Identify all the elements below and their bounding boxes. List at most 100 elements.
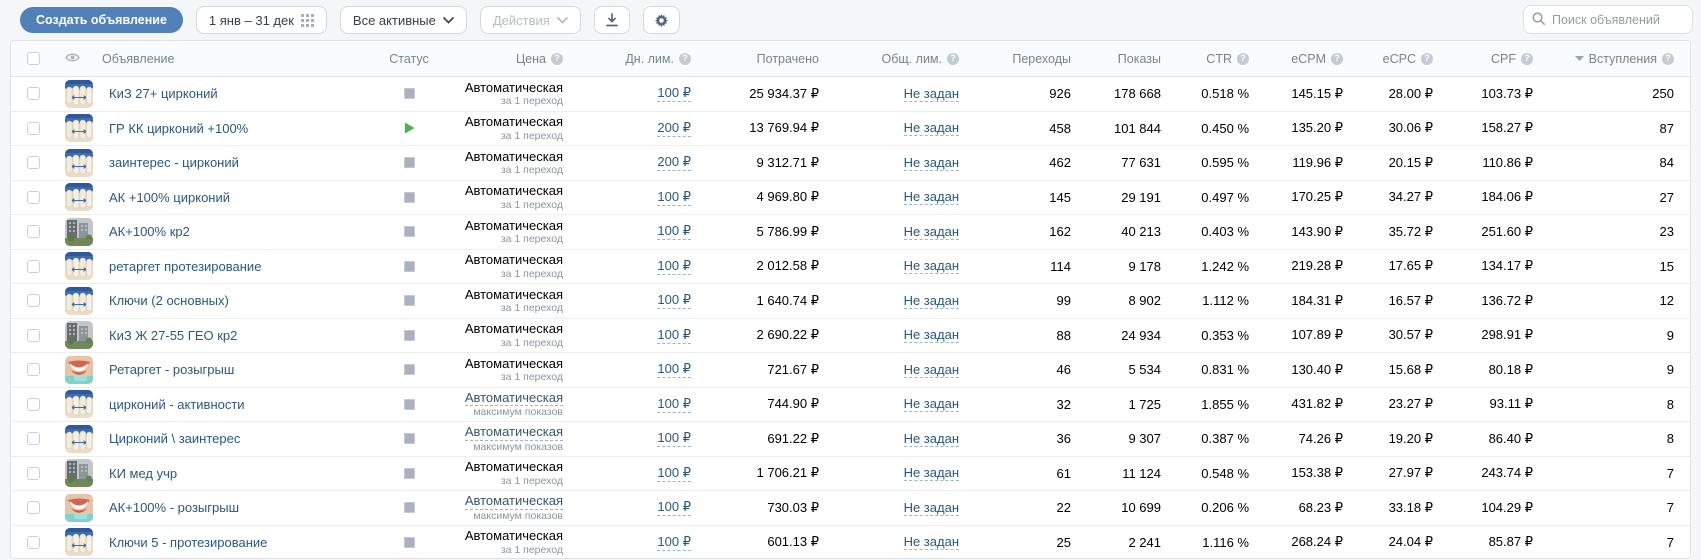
ad-name-link[interactable]: КИ мед учр: [109, 466, 177, 481]
row-checkbox[interactable]: [26, 432, 40, 446]
day-limit-link[interactable]: 100 ₽: [657, 292, 691, 310]
day-limit-link[interactable]: 200 ₽: [657, 120, 691, 137]
total-limit-link[interactable]: Не задан: [903, 396, 959, 413]
ad-thumbnail[interactable]: [65, 183, 93, 212]
row-checkbox[interactable]: [26, 328, 40, 342]
header-total-limit[interactable]: Общ. лим.: [833, 52, 973, 66]
ad-thumbnail[interactable]: [65, 114, 93, 143]
header-cpf[interactable]: CPF: [1447, 52, 1547, 66]
ad-name-link[interactable]: цирконий - активности: [109, 397, 245, 412]
ad-thumbnail[interactable]: [65, 493, 93, 522]
total-limit-link[interactable]: Не задан: [903, 86, 959, 102]
header-clicks[interactable]: Переходы: [973, 52, 1085, 66]
header-joins[interactable]: Вступления: [1547, 52, 1690, 66]
ad-name-link[interactable]: Ретаргет - розыгрыш: [109, 362, 234, 377]
ad-thumbnail[interactable]: [65, 459, 93, 488]
help-icon[interactable]: [947, 52, 959, 65]
row-checkbox[interactable]: [26, 466, 40, 480]
day-limit-link[interactable]: 100 ₽: [657, 258, 691, 275]
ad-thumbnail[interactable]: [65, 79, 93, 108]
total-limit-link[interactable]: Не задан: [903, 258, 959, 275]
create-ad-button[interactable]: Создать объявление: [20, 7, 183, 33]
total-limit-link[interactable]: Не задан: [903, 327, 959, 344]
row-checkbox[interactable]: [26, 190, 40, 204]
row-checkbox[interactable]: [26, 259, 40, 273]
row-checkbox[interactable]: [26, 156, 40, 170]
ad-name-link[interactable]: Ключи (2 основных): [109, 293, 229, 308]
day-limit-link[interactable]: 100 ₽: [657, 189, 691, 206]
settings-button[interactable]: [642, 6, 680, 34]
row-checkbox[interactable]: [26, 294, 40, 308]
date-range-button[interactable]: 1 янв – 31 дек: [195, 6, 327, 34]
help-icon[interactable]: [1421, 52, 1433, 65]
day-limit-link[interactable]: 100 ₽: [657, 465, 691, 482]
help-icon[interactable]: [1662, 52, 1674, 65]
row-checkbox[interactable]: [26, 397, 40, 411]
ad-name-link[interactable]: КиЗ Ж 27-55 ГЕО кр2: [109, 328, 237, 343]
day-limit-link[interactable]: 100 ₽: [657, 327, 691, 344]
help-icon[interactable]: [1331, 52, 1343, 65]
price-type[interactable]: Автоматическая: [464, 424, 563, 441]
ad-name-link[interactable]: КиЗ 27+ цирконий: [109, 86, 218, 101]
search-input[interactable]: [1552, 12, 1684, 27]
ad-name-link[interactable]: ретаргет протезирование: [109, 259, 261, 274]
row-checkbox[interactable]: [26, 225, 40, 239]
day-limit-link[interactable]: 100 ₽: [657, 361, 691, 379]
header-impressions[interactable]: Показы: [1085, 52, 1175, 66]
ad-name-link[interactable]: АК +100% цирконий: [109, 190, 230, 205]
ad-thumbnail[interactable]: [65, 252, 93, 281]
ad-thumbnail[interactable]: [65, 390, 93, 419]
ad-thumbnail[interactable]: [65, 355, 93, 384]
day-limit-link[interactable]: 100 ₽: [657, 223, 691, 241]
header-spent[interactable]: Потрачено: [705, 52, 833, 66]
total-limit-link[interactable]: Не задан: [903, 362, 959, 378]
day-limit-link[interactable]: 100 ₽: [657, 499, 691, 517]
row-checkbox[interactable]: [26, 87, 40, 101]
header-day-limit[interactable]: Дн. лим.: [577, 52, 705, 66]
day-limit-link[interactable]: 100 ₽: [657, 85, 691, 103]
header-price[interactable]: Цена: [459, 52, 577, 66]
day-limit-link[interactable]: 100 ₽: [657, 396, 691, 413]
total-limit-link[interactable]: Не задан: [903, 224, 959, 240]
ad-name-link[interactable]: Цирконий \ заинтерес: [109, 431, 240, 446]
ad-thumbnail[interactable]: [65, 286, 93, 315]
header-ecpm[interactable]: eCPM: [1263, 52, 1357, 66]
total-limit-link[interactable]: Не задан: [903, 465, 959, 482]
total-limit-link[interactable]: Не задан: [903, 189, 959, 206]
row-checkbox[interactable]: [26, 501, 40, 515]
ad-thumbnail[interactable]: [65, 424, 93, 453]
total-limit-link[interactable]: Не задан: [903, 431, 959, 447]
price-type[interactable]: Автоматическая: [464, 390, 563, 407]
total-limit-link[interactable]: Не задан: [903, 534, 959, 551]
help-icon[interactable]: [679, 52, 691, 65]
select-all-checkbox[interactable]: [26, 52, 40, 65]
help-icon[interactable]: [1521, 52, 1533, 65]
day-limit-link[interactable]: 200 ₽: [657, 154, 691, 172]
ad-name-link[interactable]: АК+100% кр2: [109, 224, 190, 239]
ad-name-link[interactable]: ГР КК цирконий +100%: [109, 121, 248, 136]
row-checkbox[interactable]: [26, 121, 40, 135]
export-button[interactable]: [593, 6, 630, 34]
ad-thumbnail[interactable]: [65, 528, 93, 557]
ad-name-link[interactable]: Ключи 5 - протезирование: [109, 535, 267, 550]
header-ecpc[interactable]: eCPC: [1357, 52, 1447, 66]
total-limit-link[interactable]: Не задан: [903, 120, 959, 137]
help-icon[interactable]: [551, 52, 563, 65]
total-limit-link[interactable]: Не задан: [903, 500, 959, 516]
status-filter-dropdown[interactable]: Все активные: [339, 6, 467, 34]
search-box[interactable]: [1523, 5, 1693, 34]
total-limit-link[interactable]: Не задан: [903, 155, 959, 171]
help-icon[interactable]: [1237, 52, 1249, 65]
row-checkbox[interactable]: [26, 363, 40, 377]
ad-name-link[interactable]: АК+100% - розыгрыш: [109, 500, 239, 515]
ad-name-link[interactable]: заинтерес - цирконий: [109, 155, 239, 170]
header-ctr[interactable]: CTR: [1175, 52, 1263, 66]
row-checkbox[interactable]: [26, 535, 40, 549]
price-type[interactable]: Автоматическая: [464, 493, 563, 510]
day-limit-link[interactable]: 100 ₽: [657, 534, 691, 551]
day-limit-link[interactable]: 100 ₽: [657, 430, 691, 448]
ad-thumbnail[interactable]: [65, 217, 93, 246]
ad-thumbnail[interactable]: [65, 148, 93, 177]
ad-thumbnail[interactable]: [65, 321, 93, 350]
total-limit-link[interactable]: Не задан: [903, 293, 959, 309]
